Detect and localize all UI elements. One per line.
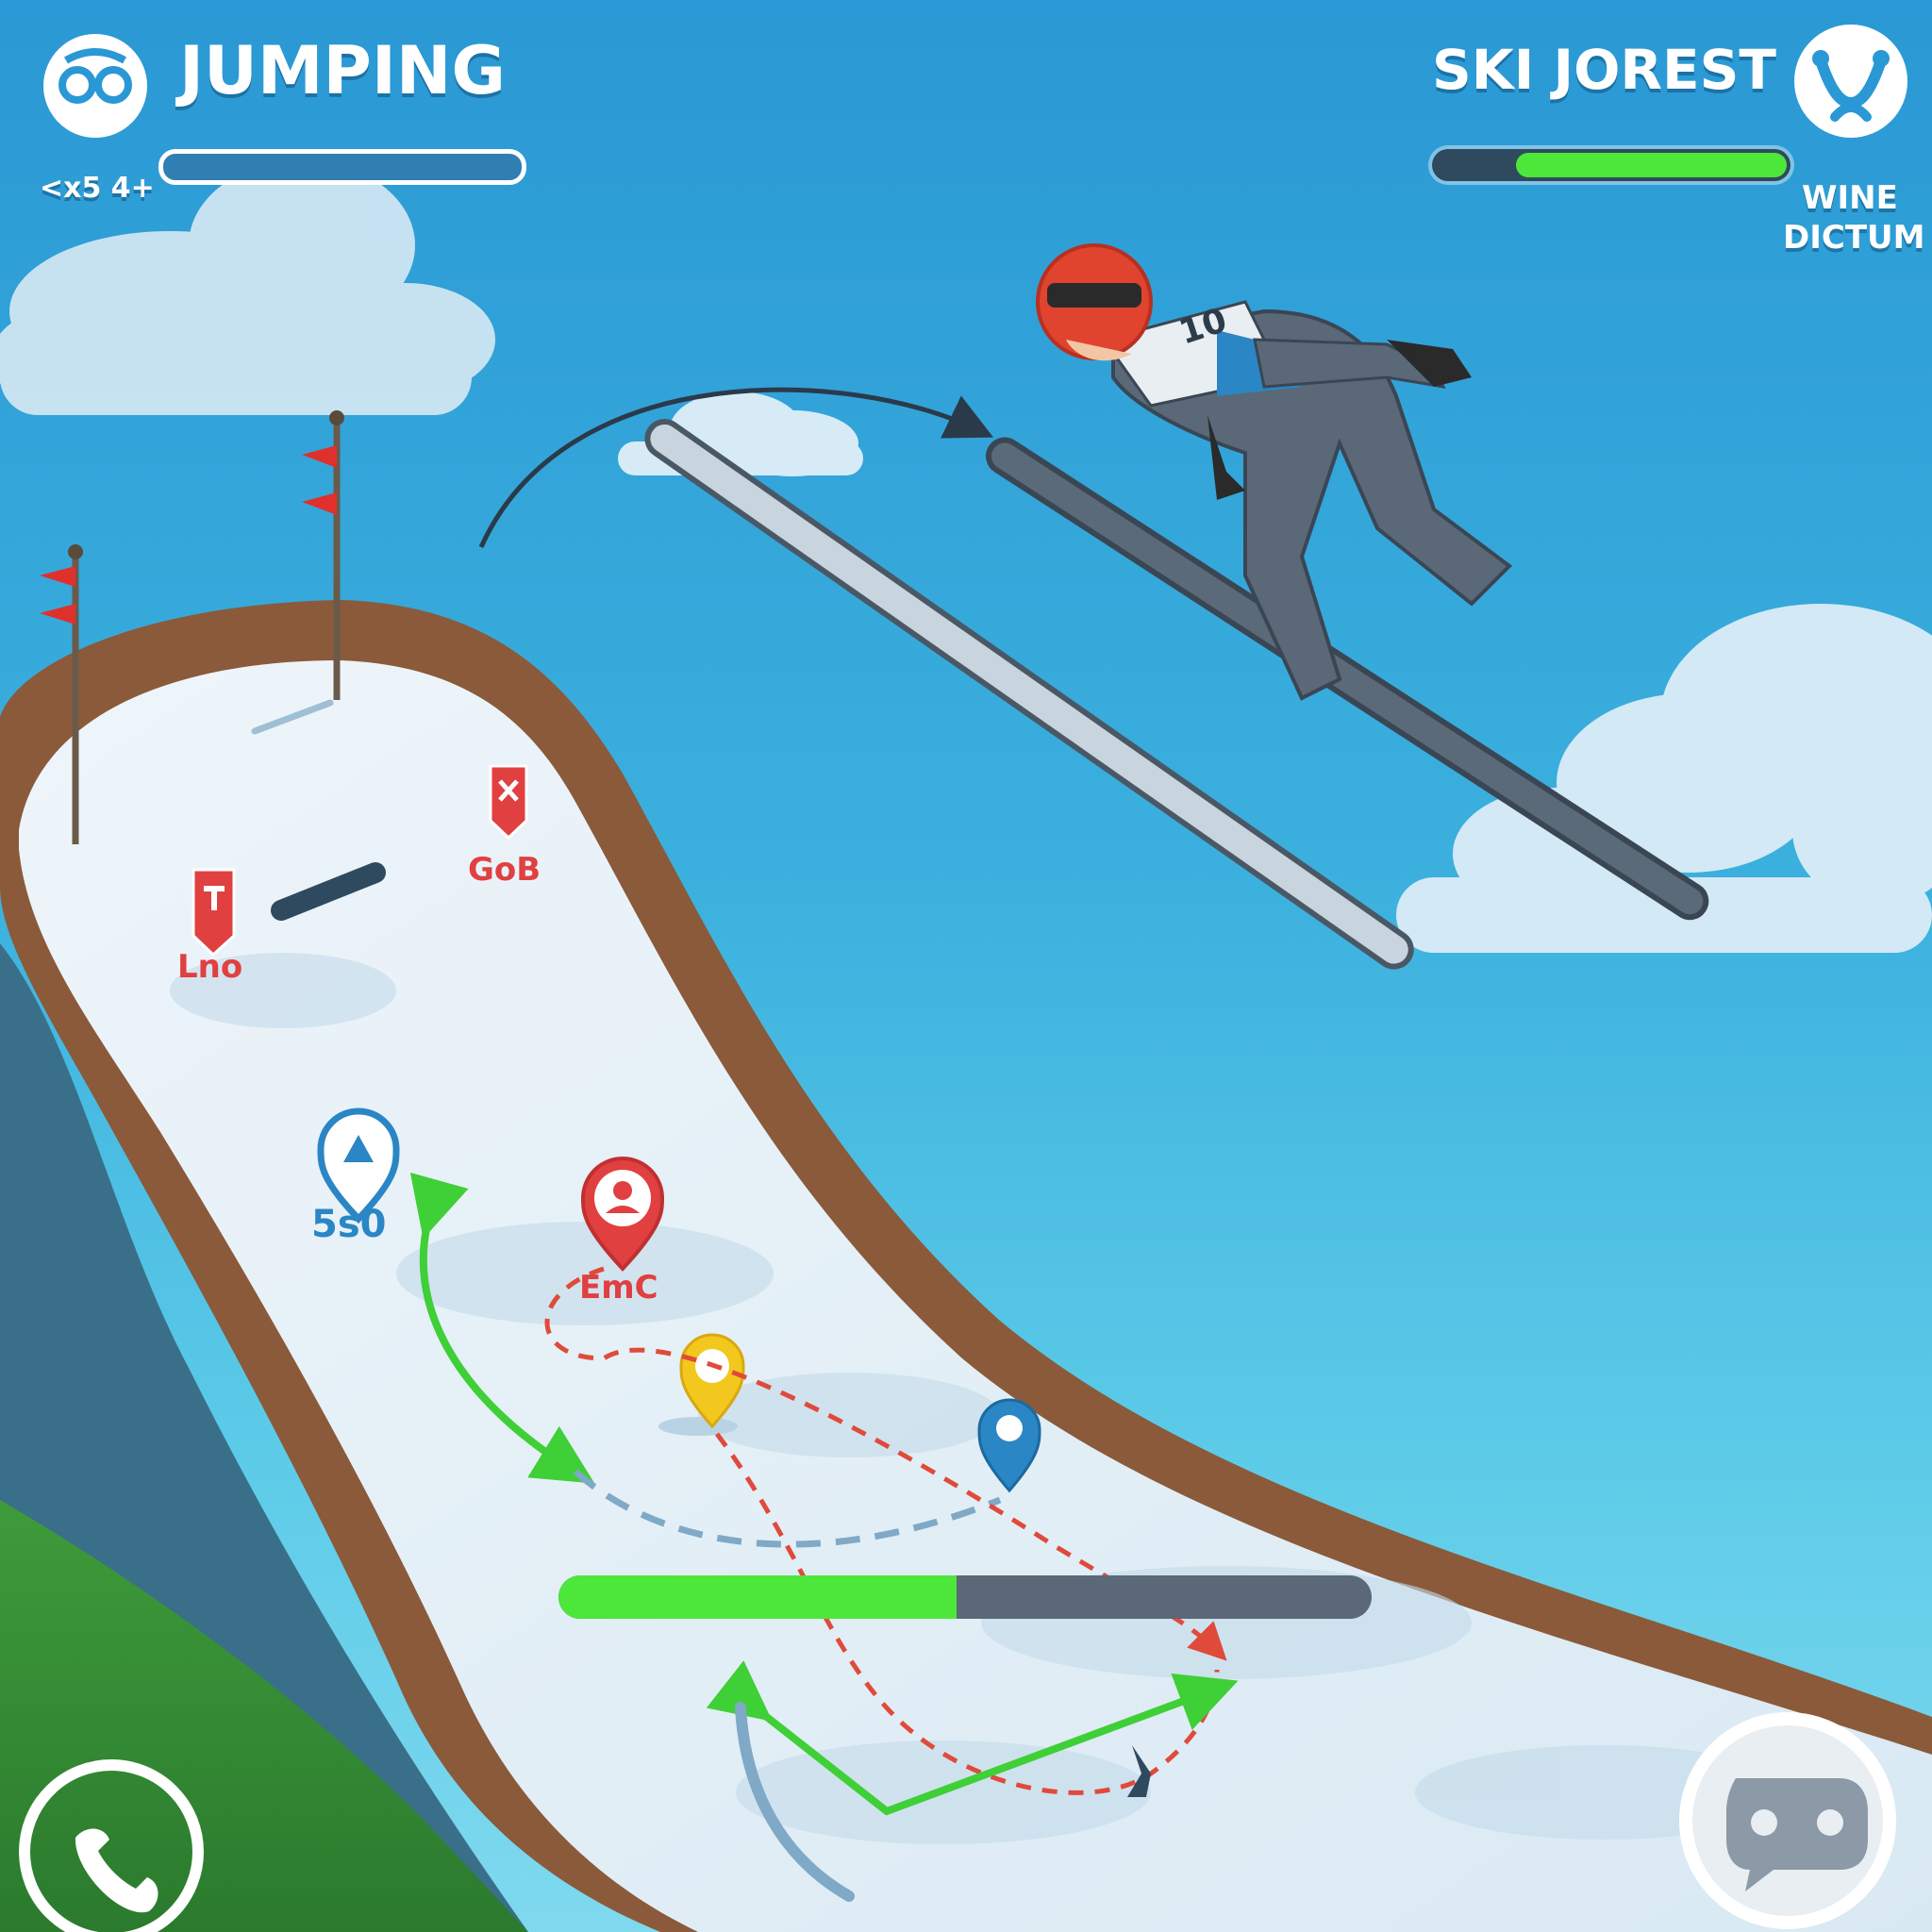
progress-bar-left bbox=[158, 149, 526, 185]
hud-title-right: SKI JOREST bbox=[1432, 38, 1776, 102]
jump-power-meter-fill bbox=[558, 1575, 958, 1619]
red-x-marker[interactable] bbox=[489, 764, 528, 841]
blue-marker-label: 5s0 bbox=[311, 1203, 387, 1246]
right-avatar-button[interactable] bbox=[1792, 23, 1909, 140]
red-pin-label: EmC bbox=[579, 1269, 658, 1307]
chat-button[interactable] bbox=[1679, 1712, 1896, 1929]
red-flag-marker-label: Lno bbox=[177, 948, 243, 986]
progress-bar-right bbox=[1432, 149, 1790, 181]
hud-status-line1: WINE bbox=[1802, 179, 1898, 217]
jump-power-meter bbox=[558, 1575, 1372, 1619]
progress-bar-right-fill bbox=[1515, 153, 1787, 177]
red-x-marker-label: GoB bbox=[468, 851, 541, 889]
hud-status-line2: DICTUM bbox=[1783, 219, 1925, 257]
hud-sub-label-left: <x5 4+ bbox=[40, 172, 155, 205]
ski-jump-scene: 10 bbox=[0, 160, 1932, 1932]
left-avatar-button[interactable] bbox=[40, 30, 151, 142]
red-flag-marker[interactable] bbox=[192, 868, 236, 958]
hud-title-left: JUMPING bbox=[179, 32, 506, 109]
game-stage: 10 JUMPING <x5 4+ SKI JOREST WINE DICTUM… bbox=[0, 0, 1932, 1932]
